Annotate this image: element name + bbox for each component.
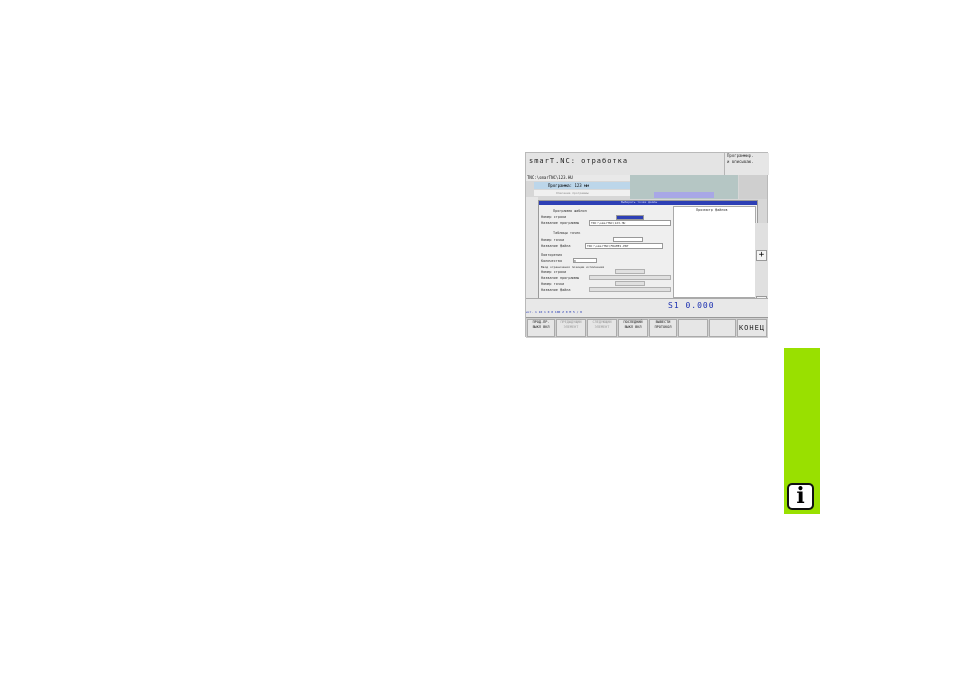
- tree-item-selected[interactable]: Программа: 123 мм: [534, 182, 630, 189]
- field-label: Номер точки: [541, 282, 565, 286]
- softkey-protocol[interactable]: ВЫВЕСТИ ПРОТОКОЛ: [649, 319, 677, 337]
- left-tree-column: [526, 197, 538, 301]
- field-label: Ввод ограничения позиции исполнения: [541, 265, 605, 269]
- dialog-title: Выбирать точки файлы: [621, 200, 658, 204]
- plus-button[interactable]: +: [756, 250, 767, 261]
- window-title: smarT.NC: отработка: [529, 157, 629, 165]
- tree-item-label: Программа: 123 мм: [548, 183, 589, 188]
- spindle-readout: S1 0.000: [668, 301, 715, 310]
- title-bar: smarT.NC: отработка: [526, 153, 724, 176]
- field-label: Повторения: [541, 253, 563, 257]
- tnc-screenshot: smarT.NC: отработка Программир. и вписыв…: [525, 152, 769, 338]
- softkey-previous-element[interactable]: ПРЕДЫДУЩИЙ ЭЛЕМЕНТ: [556, 319, 586, 337]
- program-path: TNC:\smarTNC\123.HU: [526, 175, 645, 181]
- point-number-input[interactable]: [613, 237, 643, 242]
- file-name-input[interactable]: TNC:\smarTNC\FRAME1.PNT: [585, 243, 663, 249]
- field-label: Название файла: [541, 288, 571, 292]
- field-label: Номер строки: [541, 270, 567, 274]
- repeat-count-input[interactable]: 0: [573, 258, 597, 263]
- limit-file-input[interactable]: [589, 287, 671, 292]
- field-label: Программа шаблон: [553, 209, 587, 213]
- tree-item-label: Описание программы: [556, 191, 589, 195]
- field-label: Название файла: [541, 244, 571, 248]
- status-bar: S1 0.000 ист. 1 10 1 0 0 100 Z 0 M 5 / 8: [526, 298, 768, 317]
- point-file-dialog: Выбирать точки файлы Программа шаблон Но…: [538, 200, 758, 299]
- mode-box[interactable]: Программир. и вписываю.: [724, 153, 769, 175]
- softkey-continue[interactable]: ПРОД.ПР. ВЫКЛ ВКЛ: [527, 319, 555, 337]
- dialog-title-bar: Выбирать точки файлы: [539, 200, 757, 205]
- status-row: ист. 1 10 1 0 0 100 Z 0 M 5 / 8: [526, 310, 582, 314]
- mode-box-line-2: и вписываю.: [727, 159, 754, 164]
- field-label: Номер точки: [541, 238, 565, 242]
- tree-item-description[interactable]: Описание программы: [534, 190, 630, 196]
- info-icon: i: [787, 483, 814, 510]
- program-name-input[interactable]: TNC:\smarTNC\123.HU: [589, 220, 671, 226]
- field-label: Количество: [541, 259, 563, 263]
- limit-point-input[interactable]: [615, 281, 645, 286]
- machine-icon[interactable]: [739, 175, 767, 199]
- softkey-empty-1[interactable]: [678, 319, 708, 337]
- softkey-end[interactable]: КОНЕЦ: [737, 319, 767, 337]
- softkey-empty-2[interactable]: [709, 319, 736, 337]
- field-label: Номер строки: [541, 215, 567, 219]
- softkey-next-element[interactable]: СЛЕДУЮЩИЙ ЭЛЕМЕНТ: [587, 319, 617, 337]
- field-label: Название программы: [541, 221, 579, 225]
- preview-label: Просмотр файлов: [696, 208, 728, 212]
- softkey-bar: ПРОД.ПР. ВЫКЛ ВКЛ ПРЕДЫДУЩИЙ ЭЛЕМЕНТ СЛЕ…: [526, 317, 768, 338]
- file-preview-panel: Просмотр файлов: [673, 206, 756, 298]
- softkey-last[interactable]: ПОСЛЕДНИЙ ВЫКЛ ВКЛ: [618, 319, 648, 337]
- field-label: Название программы: [541, 276, 579, 280]
- limit-program-input[interactable]: [589, 275, 671, 280]
- progress-bar: [654, 192, 714, 198]
- limit-line-input[interactable]: [615, 269, 645, 274]
- field-label: Таблицы точек: [553, 231, 581, 235]
